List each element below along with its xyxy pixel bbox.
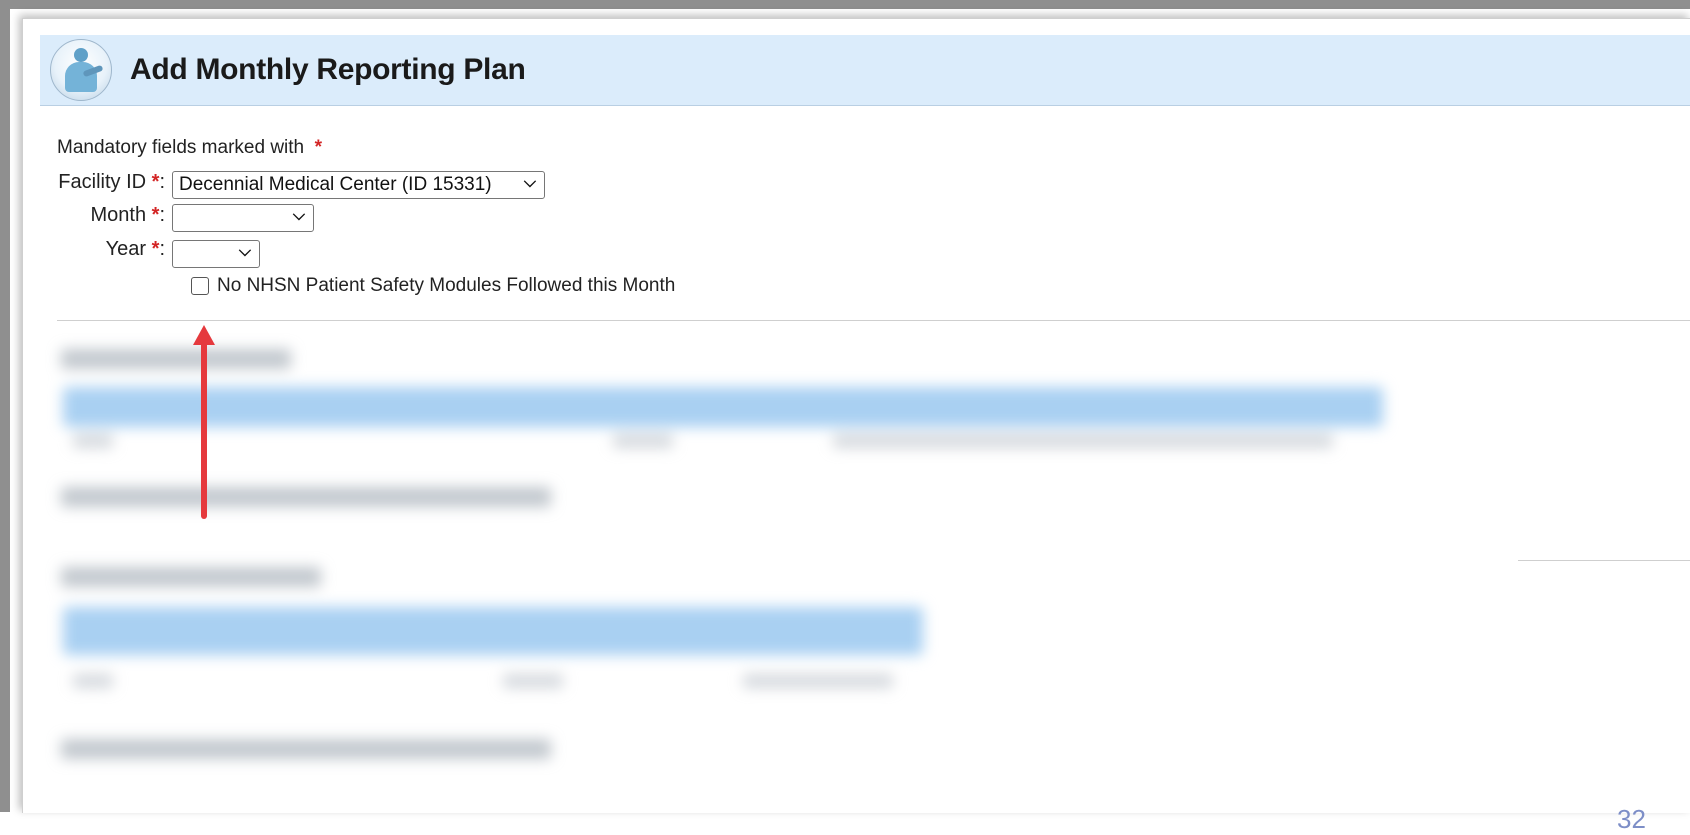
no-modules-checkbox-label[interactable]: No NHSN Patient Safety Modules Followed … [217, 275, 675, 297]
annotation-arrow [201, 341, 207, 519]
required-mark: * [151, 238, 160, 260]
year-select[interactable]: ⌵ [172, 240, 260, 268]
mandatory-note: Mandatory fields marked with * [57, 137, 322, 159]
section-divider [57, 320, 1690, 321]
required-mark: * [314, 137, 323, 158]
month-label: Month *: [90, 204, 165, 226]
section-divider [1518, 560, 1690, 561]
facility-select-value: Decennial Medical Center (ID 15331) [179, 174, 492, 195]
required-mark: * [151, 171, 160, 193]
year-label: Year *: [105, 238, 165, 260]
blurred-content [53, 329, 1533, 813]
required-mark: * [151, 204, 160, 226]
mandatory-note-text: Mandatory fields marked with [57, 137, 305, 158]
screenshot-panel: Add Monthly Reporting Plan Mandatory fie… [22, 18, 1690, 834]
facility-label: Facility ID *: [58, 171, 165, 193]
chevron-down-icon: ⌵ [292, 207, 305, 224]
month-label-text: Month [90, 204, 147, 226]
month-select[interactable]: ⌵ [172, 204, 314, 232]
chevron-down-icon: ⌵ [238, 243, 251, 260]
slide-page-number: 32 [1617, 804, 1646, 834]
facility-label-text: Facility ID [58, 171, 147, 193]
facility-select[interactable]: Decennial Medical Center (ID 15331) ⌵ [172, 171, 545, 199]
chevron-down-icon: ⌵ [523, 174, 536, 191]
no-modules-checkbox[interactable] [191, 277, 209, 295]
year-label-text: Year [105, 238, 147, 260]
reporting-plan-form: Mandatory fields marked with * Facility … [23, 19, 1690, 813]
